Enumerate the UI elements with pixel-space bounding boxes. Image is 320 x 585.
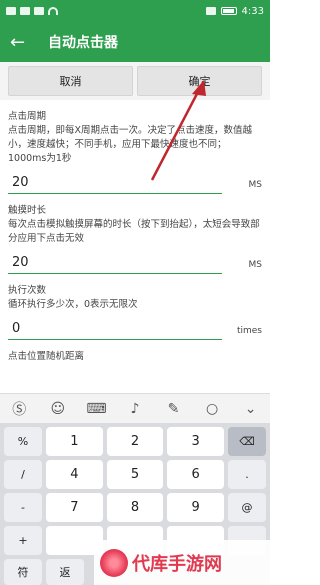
page-title: 自动点击器 [48, 35, 118, 51]
confirm-button[interactable]: 确定 [137, 66, 262, 96]
battery-icon [220, 7, 237, 15]
unit-label: MS [248, 180, 262, 190]
status-right: 4:33 [205, 5, 264, 17]
key-slash[interactable]: / [4, 460, 42, 489]
alarm-icon [205, 7, 216, 15]
repeat-count-input[interactable]: 0 [8, 318, 222, 340]
cancel-button[interactable]: 取消 [8, 66, 133, 96]
key-9[interactable]: 9 [167, 493, 224, 522]
symbols-key[interactable]: 符 [4, 559, 42, 585]
section-repeat-count: 执行次数 循环执行多少次，0表示无限次 0 times [8, 284, 262, 340]
watermark-logo-icon [100, 548, 128, 577]
section-description: 点击周期，即每X周期点击一次。决定了点击速度，数值越小，速度越快；不同手机，应用… [8, 125, 253, 164]
status-bar: 4:33 [0, 0, 270, 22]
collapse-icon[interactable]: ⌄ [241, 401, 261, 417]
key-at[interactable]: @ [228, 493, 266, 522]
key-5[interactable]: 5 [106, 460, 164, 489]
key-dot[interactable]: . [228, 460, 266, 489]
return-key[interactable]: 返 [46, 559, 84, 585]
app-bar: ← 自动点击器 [0, 22, 270, 62]
key-plus[interactable]: + [4, 526, 42, 555]
section-title: 执行次数 [8, 285, 47, 296]
unit-label: times [236, 326, 262, 336]
microphone-icon[interactable]: ♪ [125, 401, 145, 417]
section-title: 触摸时长 [8, 205, 47, 216]
wifi-icon [48, 7, 58, 15]
sogou-icon[interactable]: Ⓢ [9, 399, 29, 419]
handwriting-icon[interactable]: ✎ [164, 401, 184, 417]
keyboard-toolbar: Ⓢ ☺ ⌨ ♪ ✎ ○ ⌄ [0, 393, 270, 423]
section-touch-duration: 触摸时长 每次点击模拟触摸屏幕的时长（按下到抬起），太短会导致部分应用下点击无效… [8, 204, 262, 274]
key-8[interactable]: 8 [106, 493, 164, 522]
key-6[interactable]: 6 [167, 460, 224, 489]
key-1[interactable]: 1 [46, 427, 103, 456]
section-description: 每次点击模拟触摸屏幕的时长（按下到抬起），太短会导致部分应用下点击无效 [8, 219, 260, 244]
notification-icon [20, 7, 30, 15]
keyboard-icon[interactable]: ⌨ [86, 401, 106, 417]
touch-duration-input[interactable]: 20 [8, 252, 222, 274]
watermark: 代库手游网 [94, 540, 270, 585]
key-3[interactable]: 3 [167, 427, 224, 456]
section-title: 点击周期 [8, 111, 47, 122]
key-minus[interactable]: - [4, 493, 42, 522]
status-time: 4:33 [241, 5, 264, 17]
key-7[interactable]: 7 [46, 493, 103, 522]
section-click-period: 点击周期 点击周期，即每X周期点击一次。决定了点击速度，数值越小，速度越快；不同… [8, 110, 262, 194]
notification-icon [6, 7, 16, 15]
back-arrow-icon[interactable]: ← [10, 32, 32, 53]
click-period-input[interactable]: 20 [8, 172, 222, 194]
search-icon[interactable]: ○ [202, 401, 222, 417]
section-description: 循环执行多少次，0表示无限次 [8, 299, 138, 310]
key-4[interactable]: 4 [46, 460, 103, 489]
section-random-distance: 点击位置随机距离 [8, 350, 262, 364]
backspace-key[interactable]: ⌫ [228, 427, 266, 456]
status-left [6, 7, 58, 15]
section-title: 点击位置随机距离 [8, 351, 85, 362]
unit-label: MS [248, 260, 262, 270]
key-percent[interactable]: % [4, 427, 42, 456]
key-2[interactable]: 2 [106, 427, 164, 456]
action-bar: 取消 确定 [0, 62, 270, 100]
notification-icon [34, 7, 44, 15]
emoji-icon[interactable]: ☺ [48, 401, 68, 417]
watermark-text: 代库手游网 [132, 553, 222, 575]
settings-list: 点击周期 点击周期，即每X周期点击一次。决定了点击速度，数值越小，速度越快；不同… [0, 100, 270, 364]
